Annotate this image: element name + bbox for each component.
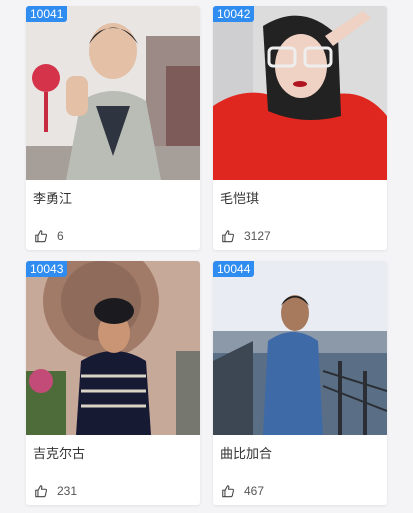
like-count: 467 (244, 484, 265, 498)
candidate-card[interactable]: 10043 吉克尔古 231 (26, 261, 200, 505)
like-button[interactable]: 467 (221, 483, 264, 499)
candidate-card[interactable]: 10042 毛恺琪 3127 (213, 6, 387, 250)
like-button[interactable]: 3127 (221, 228, 271, 244)
thumbs-up-icon (35, 230, 47, 243)
like-button[interactable]: 6 (34, 228, 64, 244)
candidate-photo[interactable] (26, 261, 200, 435)
candidate-id-badge: 10042 (213, 6, 255, 22)
candidate-name: 毛恺琪 (220, 191, 260, 206)
candidate-id-badge: 10041 (26, 6, 68, 22)
candidate-id-badge: 10044 (213, 261, 255, 277)
candidate-photo[interactable] (213, 6, 387, 180)
candidate-card[interactable]: 10044 曲比加合 467 (213, 261, 387, 505)
candidate-name: 吉克尔古 (33, 446, 86, 461)
thumbs-up-icon (35, 485, 47, 498)
like-count: 231 (57, 484, 78, 498)
candidate-card[interactable]: 10041 李勇江 6 (26, 6, 200, 250)
like-count: 6 (57, 229, 64, 243)
thumbs-up-icon (222, 485, 234, 498)
candidate-photo[interactable] (213, 261, 387, 435)
candidate-photo[interactable] (26, 6, 200, 180)
candidate-id-badge: 10043 (26, 261, 68, 277)
like-count: 3127 (244, 229, 271, 243)
candidate-name: 李勇江 (33, 191, 73, 206)
candidate-grid: 10041 李勇江 6 10042 毛恺琪 3127 10043 吉克尔古 23… (0, 0, 413, 513)
candidate-name: 曲比加合 (220, 446, 273, 461)
thumbs-up-icon (222, 230, 234, 243)
like-button[interactable]: 231 (34, 483, 77, 499)
